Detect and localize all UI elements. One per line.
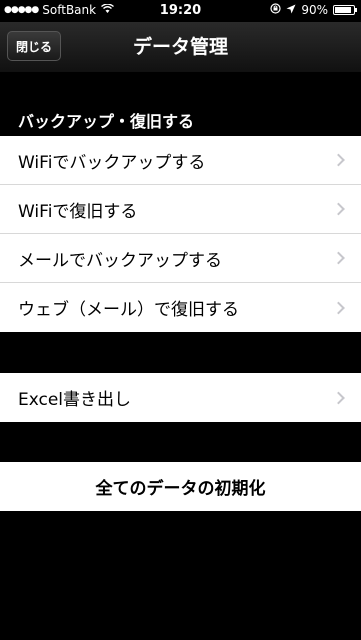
- chevron-right-icon: [332, 301, 345, 314]
- row-label: Excel書き出し: [18, 390, 132, 410]
- status-right: 90%: [270, 3, 357, 17]
- reset-group: 全てのデータの初期化: [0, 462, 361, 511]
- wifi-backup-row[interactable]: WiFiでバックアップする: [0, 136, 361, 185]
- status-bar: ●●●●● SoftBank 19:20 90%: [0, 0, 361, 22]
- mail-backup-row[interactable]: メールでバックアップする: [0, 234, 361, 283]
- battery-percent: 90%: [301, 3, 328, 17]
- row-label: WiFiで復旧する: [18, 201, 138, 222]
- wifi-restore-row[interactable]: WiFiで復旧する: [0, 185, 361, 234]
- export-group: Excel書き出し: [0, 373, 361, 422]
- web-mail-restore-row[interactable]: ウェブ（メール）で復旧する: [0, 283, 361, 332]
- row-label: ウェブ（メール）で復旧する: [18, 300, 239, 320]
- chevron-right-icon: [332, 251, 345, 265]
- excel-export-row[interactable]: Excel書き出し: [0, 373, 361, 422]
- section-header-backup: バックアップ・復旧する: [18, 112, 195, 131]
- navigation-bar: 閉じる データ管理: [0, 22, 361, 73]
- battery-fill: [335, 7, 351, 13]
- page-title: データ管理: [132, 36, 228, 58]
- row-label: メールでバックアップする: [18, 250, 222, 271]
- battery-icon: [333, 5, 357, 15]
- reset-all-data-button[interactable]: 全てのデータの初期化: [0, 462, 361, 511]
- row-label: 全てのデータの初期化: [95, 479, 266, 499]
- chevron-right-icon: [332, 153, 345, 167]
- chevron-right-icon: [332, 202, 345, 216]
- chevron-right-icon: [332, 391, 345, 404]
- location-arrow-icon: [286, 3, 296, 17]
- row-label: WiFiでバックアップする: [18, 152, 206, 173]
- backup-group: WiFiでバックアップする WiFiで復旧する メールでバックアップする ウェブ…: [0, 136, 361, 332]
- rotation-lock-icon: [270, 3, 281, 17]
